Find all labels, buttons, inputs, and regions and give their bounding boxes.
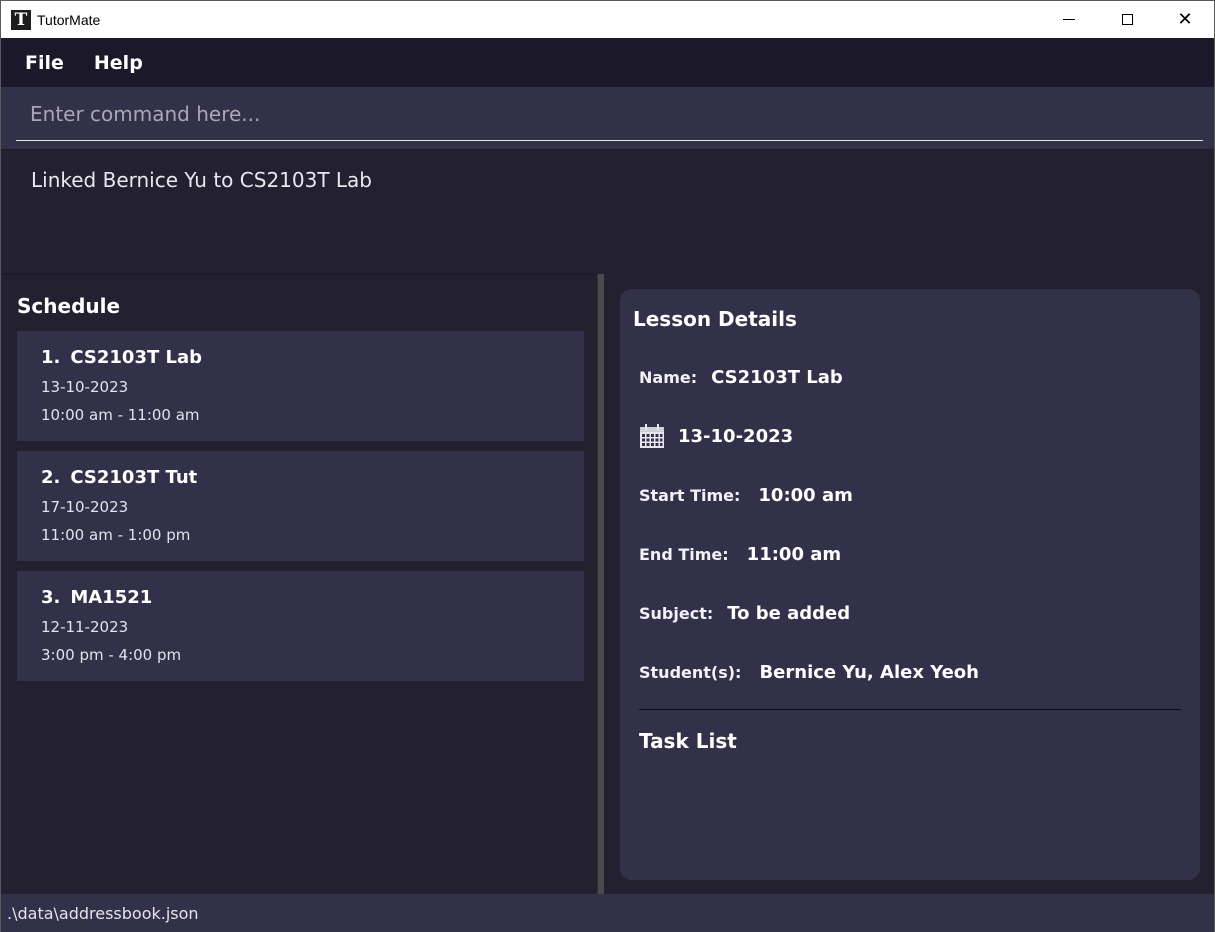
minimize-button[interactable] — [1040, 1, 1098, 38]
detail-subject-row: Subject: To be added — [639, 603, 850, 624]
subject-label: Subject: — [639, 604, 714, 623]
lesson-time: 3:00 pm - 4:00 pm — [41, 646, 182, 664]
schedule-panel: Schedule 1. CS2103T Lab 13-10-2023 10:00… — [1, 274, 597, 894]
lesson-date: 13-10-2023 — [41, 378, 129, 396]
lesson-details-title: Lesson Details — [633, 307, 797, 331]
detail-date-row: 13-10-2023 — [639, 423, 793, 449]
window-title: TutorMate — [37, 11, 101, 28]
command-box — [1, 87, 1214, 149]
lesson-name: CS2103T Lab — [70, 347, 203, 368]
lesson-header: 2. CS2103T Tut — [41, 467, 560, 488]
menu-bar: File Help — [1, 38, 1214, 87]
lesson-details-card: Lesson Details Name: CS2103T Lab 13-10-2… — [620, 289, 1200, 880]
app-window: T TutorMate ✕ File Help Linked Bernice Y… — [0, 0, 1215, 932]
detail-students-row: Student(s): Bernice Yu, Alex Yeoh — [639, 662, 979, 683]
lesson-date: 17-10-2023 — [41, 498, 129, 516]
maximize-icon — [1121, 14, 1133, 25]
lesson-header: 1. CS2103T Lab — [41, 347, 560, 368]
start-time-label: Start Time: — [639, 486, 741, 505]
detail-name-row: Name: CS2103T Lab — [639, 367, 843, 388]
students-label: Student(s): — [639, 663, 742, 682]
schedule-list: 1. CS2103T Lab 13-10-2023 10:00 am - 11:… — [17, 331, 584, 691]
status-file-path: .\data\addressbook.json — [7, 904, 199, 923]
students-value: Bernice Yu, Alex Yeoh — [759, 662, 979, 683]
close-icon: ✕ — [1177, 8, 1193, 30]
task-list-title: Task List — [639, 729, 737, 753]
window-controls: ✕ — [1040, 1, 1214, 38]
result-display: Linked Bernice Yu to CS2103T Lab — [1, 149, 1214, 274]
end-time-label: End Time: — [639, 545, 729, 564]
lesson-name: MA1521 — [70, 587, 153, 608]
lesson-index: 3. — [41, 587, 61, 608]
lesson-card[interactable]: 3. MA1521 12-11-2023 3:00 pm - 4:00 pm — [17, 571, 584, 681]
lesson-header: 3. MA1521 — [41, 587, 560, 608]
title-bar: T TutorMate ✕ — [1, 1, 1214, 38]
app-logo-icon: T — [11, 9, 31, 30]
end-time-value: 11:00 am — [746, 544, 842, 565]
lesson-index: 2. — [41, 467, 61, 488]
lesson-name: CS2103T Tut — [70, 467, 198, 488]
lesson-index: 1. — [41, 347, 61, 368]
detail-end-row: End Time: 11:00 am — [639, 544, 841, 565]
name-value: CS2103T Lab — [711, 367, 843, 388]
status-bar: .\data\addressbook.json — [1, 894, 1214, 932]
split-pane-divider[interactable] — [597, 274, 607, 894]
detail-start-row: Start Time: 10:00 am — [639, 485, 853, 506]
lesson-card[interactable]: 1. CS2103T Lab 13-10-2023 10:00 am - 11:… — [17, 331, 584, 441]
minimize-icon — [1063, 19, 1075, 20]
menu-help[interactable]: Help — [94, 52, 143, 74]
result-message: Linked Bernice Yu to CS2103T Lab — [31, 168, 373, 192]
lesson-time: 10:00 am - 11:00 am — [41, 406, 200, 424]
lesson-date: 12-11-2023 — [41, 618, 129, 636]
calendar-icon — [640, 424, 664, 448]
lesson-card[interactable]: 2. CS2103T Tut 17-10-2023 11:00 am - 1:0… — [17, 451, 584, 561]
task-divider — [639, 709, 1181, 710]
schedule-title: Schedule — [17, 294, 121, 318]
lesson-time: 11:00 am - 1:00 pm — [41, 526, 191, 544]
maximize-button[interactable] — [1098, 1, 1156, 38]
menu-file[interactable]: File — [25, 52, 64, 74]
close-button[interactable]: ✕ — [1156, 1, 1214, 38]
name-label: Name: — [639, 368, 698, 387]
date-value: 13-10-2023 — [678, 425, 794, 447]
start-time-value: 10:00 am — [758, 485, 853, 506]
subject-value: To be added — [727, 603, 851, 624]
command-input[interactable] — [16, 87, 1203, 141]
